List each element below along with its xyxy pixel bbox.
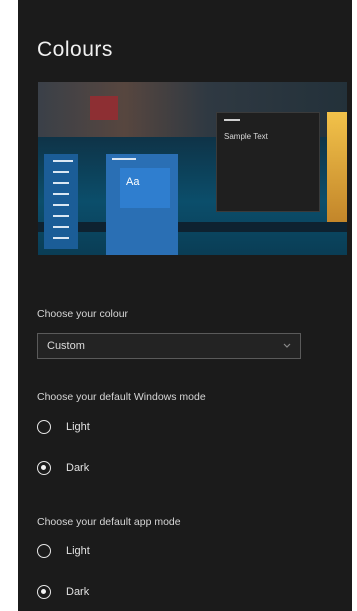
preview-background-light bbox=[327, 112, 347, 222]
preview-sample-text: Sample Text bbox=[224, 132, 268, 141]
windows-mode-dark-label: Dark bbox=[66, 462, 90, 474]
page-title: Colours bbox=[37, 38, 113, 61]
windows-mode-label: Choose your default Windows mode bbox=[37, 391, 206, 403]
windows-mode-light-label: Light bbox=[66, 421, 90, 433]
preview-window: Sample Text bbox=[216, 112, 320, 212]
choose-colour-label: Choose your colour bbox=[37, 308, 129, 320]
app-mode-light-label: Light bbox=[66, 545, 90, 557]
app-mode-dark-label: Dark bbox=[66, 586, 90, 598]
theme-preview: Aa Sample Text bbox=[38, 82, 347, 255]
preview-tile: Aa bbox=[120, 168, 170, 208]
colour-dropdown-value: Custom bbox=[47, 340, 85, 352]
preview-background-rail bbox=[38, 222, 347, 232]
preview-background-sign bbox=[90, 96, 118, 120]
preview-tile-text: Aa bbox=[126, 176, 140, 188]
app-mode-label: Choose your default app mode bbox=[37, 516, 181, 528]
radio-unchecked-icon bbox=[37, 544, 51, 558]
radio-checked-icon bbox=[37, 461, 51, 475]
colour-dropdown[interactable]: Custom bbox=[37, 333, 301, 359]
radio-checked-icon bbox=[37, 585, 51, 599]
preview-sidebar bbox=[44, 154, 78, 249]
settings-panel: Colours Aa Sample Text Choose your colou… bbox=[18, 0, 352, 611]
radio-unchecked-icon bbox=[37, 420, 51, 434]
preview-start-menu: Aa bbox=[106, 154, 178, 255]
chevron-down-icon bbox=[283, 343, 291, 348]
